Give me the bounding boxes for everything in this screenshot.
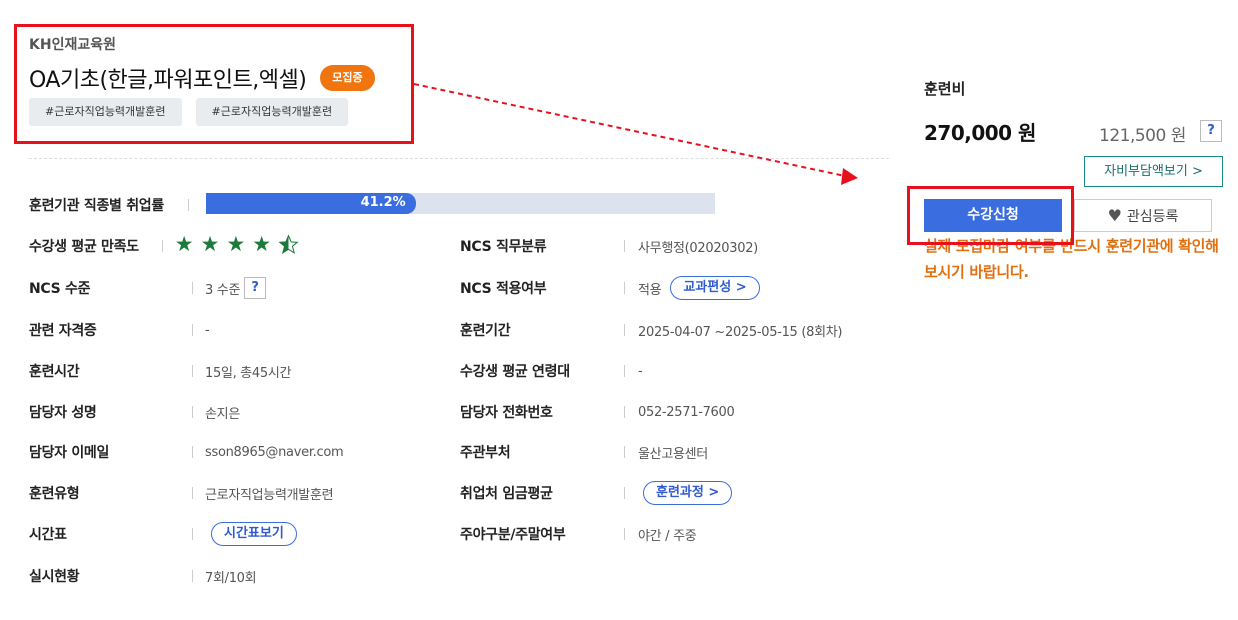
favorite-button[interactable]: ♥ 관심등록 xyxy=(1074,199,1212,232)
ncs-level-value: 3 수준 xyxy=(205,282,241,298)
course-button[interactable]: 훈련과정 > xyxy=(643,481,733,505)
title-highlight-box xyxy=(14,24,414,144)
employment-rate-value: 41.2% xyxy=(360,195,406,210)
manager-email-value: sson8965@naver.com xyxy=(205,444,344,460)
timetable-label: 시간표 xyxy=(29,527,67,543)
day-night-row: 주야구분/주말여부 야간 / 주중 xyxy=(460,522,697,546)
ncs-category-label: NCS 직무분류 xyxy=(460,239,547,255)
manager-phone-value: 052-2571-7600 xyxy=(638,404,735,420)
star-full-icon: ★ xyxy=(226,231,246,256)
separator xyxy=(192,365,193,377)
separator xyxy=(192,282,193,294)
training-type-value: 근로자직업능력개발훈련 xyxy=(205,487,334,503)
separator xyxy=(624,282,625,294)
training-period-label: 훈련기간 xyxy=(460,323,511,339)
timetable-row: 시간표 시간표보기 xyxy=(29,522,297,546)
ncs-applied-label: NCS 적용여부 xyxy=(460,281,547,297)
separator xyxy=(192,446,193,458)
average-age-row: 수강생 평균 연령대 - xyxy=(460,359,643,383)
separator xyxy=(161,240,163,252)
apply-highlight-box xyxy=(907,186,1074,245)
separator xyxy=(192,570,193,582)
training-hours-label: 훈련시간 xyxy=(29,364,80,380)
wage-label: 취업처 임금평균 xyxy=(460,486,553,502)
header-divider xyxy=(29,158,889,159)
self-pay-button[interactable]: 자비부담액보기 > xyxy=(1084,156,1223,187)
manager-phone-row: 담당자 전화번호 052-2571-7600 xyxy=(460,400,735,424)
ncs-category-value: 사무행정(02020302) xyxy=(638,240,758,256)
manager-email-label: 담당자 이메일 xyxy=(29,445,110,461)
separator xyxy=(624,487,625,499)
manager-name-label: 담당자 성명 xyxy=(29,405,97,421)
status-label: 실시현황 xyxy=(29,569,80,585)
fee-help-button[interactable]: ? xyxy=(1200,120,1222,142)
ministry-row: 주관부처 울산고용센터 xyxy=(460,440,708,464)
separator xyxy=(624,324,625,336)
manager-email-row: 담당자 이메일 sson8965@naver.com xyxy=(29,440,344,464)
ncs-applied-value: 적용 xyxy=(638,282,662,298)
star-full-icon: ★ xyxy=(174,231,194,256)
status-row: 실시현황 7회/10회 xyxy=(29,564,257,588)
ncs-applied-row: NCS 적용여부 적용 교과편성 > xyxy=(460,276,760,300)
average-age-label: 수강생 평균 연령대 xyxy=(460,364,570,380)
satisfaction-stars: ★ ★ ★ ★ xyxy=(174,231,299,259)
training-period-row: 훈련기간 2025-04-07 ~2025-05-15 (8회차) xyxy=(460,318,843,342)
certificate-row: 관련 자격증 - xyxy=(29,318,210,342)
favorite-label: 관심등록 xyxy=(1126,208,1179,225)
heart-icon: ♥ xyxy=(1107,206,1122,225)
timetable-button[interactable]: 시간표보기 xyxy=(211,522,297,546)
ministry-value: 울산고용센터 xyxy=(638,446,708,462)
day-night-value: 야간 / 주중 xyxy=(638,528,697,544)
star-half-icon xyxy=(278,233,299,259)
separator xyxy=(192,406,193,418)
day-night-label: 주야구분/주말여부 xyxy=(460,527,566,543)
employment-rate-bar: 41.2% xyxy=(206,193,715,214)
wage-row: 취업처 임금평균 훈련과정 > xyxy=(460,481,733,505)
curriculum-button[interactable]: 교과편성 > xyxy=(670,276,760,300)
average-age-value: - xyxy=(638,363,643,379)
manager-name-value: 손지은 xyxy=(205,406,240,422)
manager-name-row: 담당자 성명 손지은 xyxy=(29,400,240,424)
separator xyxy=(192,487,193,499)
training-hours-row: 훈련시간 15일, 총45시간 xyxy=(29,359,292,383)
status-value: 7회/10회 xyxy=(205,570,257,586)
star-full-icon: ★ xyxy=(200,231,220,256)
separator xyxy=(187,199,189,211)
self-pay-amount: 121,500 원 xyxy=(1099,126,1186,146)
training-type-row: 훈련유형 근로자직업능력개발훈련 xyxy=(29,481,334,505)
fee-amount: 270,000 원 xyxy=(924,121,1036,145)
separator xyxy=(624,528,625,540)
ncs-category-row: NCS 직무분류 사무행정(02020302) xyxy=(460,234,758,258)
ncs-level-help-button[interactable]: ? xyxy=(244,277,267,299)
certificate-label: 관련 자격증 xyxy=(29,323,97,339)
ncs-level-row: NCS 수준 3 수준 ? xyxy=(29,276,267,300)
separator xyxy=(624,240,625,252)
star-full-icon: ★ xyxy=(252,231,272,256)
employment-rate-row: 훈련기관 직종별 취업률 xyxy=(29,193,189,217)
satisfaction-row: 수강생 평균 만족도 ★ ★ ★ ★ xyxy=(29,231,299,259)
separator xyxy=(192,528,193,540)
separator xyxy=(624,406,625,418)
employment-rate-label: 훈련기관 직종별 취업률 xyxy=(29,198,164,214)
separator xyxy=(192,324,193,336)
certificate-value: - xyxy=(205,322,210,338)
separator xyxy=(624,446,625,458)
employment-rate-fill: 41.2% xyxy=(206,193,416,214)
satisfaction-label: 수강생 평균 만족도 xyxy=(29,239,139,255)
training-period-value: 2025-04-07 ~2025-05-15 (8회차) xyxy=(638,324,843,340)
fee-label: 훈련비 xyxy=(924,80,966,98)
manager-phone-label: 담당자 전화번호 xyxy=(460,405,553,421)
training-hours-value: 15일, 총45시간 xyxy=(205,365,292,381)
separator xyxy=(624,365,625,377)
ncs-level-label: NCS 수준 xyxy=(29,281,91,297)
training-type-label: 훈련유형 xyxy=(29,486,80,502)
ministry-label: 주관부처 xyxy=(460,445,511,461)
